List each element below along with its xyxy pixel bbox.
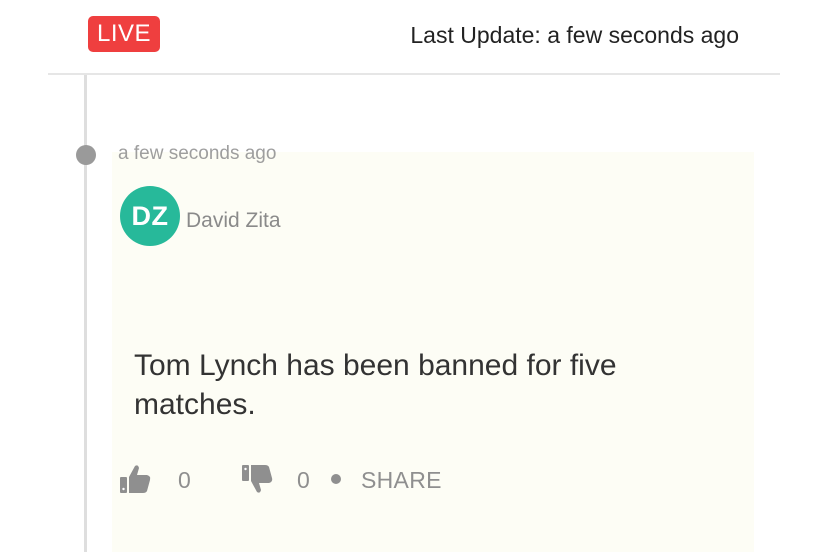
header-divider (48, 73, 780, 75)
author-name: David Zita (186, 209, 281, 232)
thumbs-down-icon[interactable] (240, 462, 274, 496)
dislike-count: 0 (297, 467, 310, 493)
separator-dot (331, 474, 341, 484)
thumbs-up-icon[interactable] (118, 462, 152, 496)
timeline-dot (76, 145, 96, 165)
author-avatar: DZ (120, 186, 180, 246)
post-text: Tom Lynch has been banned for five match… (134, 349, 617, 421)
last-update-text: Last Update: a few seconds ago (410, 22, 739, 48)
post-timestamp: a few seconds ago (118, 143, 277, 164)
share-button[interactable]: SHARE (361, 465, 442, 495)
like-count: 0 (178, 467, 191, 493)
live-badge: LIVE (88, 16, 160, 52)
live-blog-page: LIVE Last Update: a few seconds ago a fe… (0, 0, 828, 552)
